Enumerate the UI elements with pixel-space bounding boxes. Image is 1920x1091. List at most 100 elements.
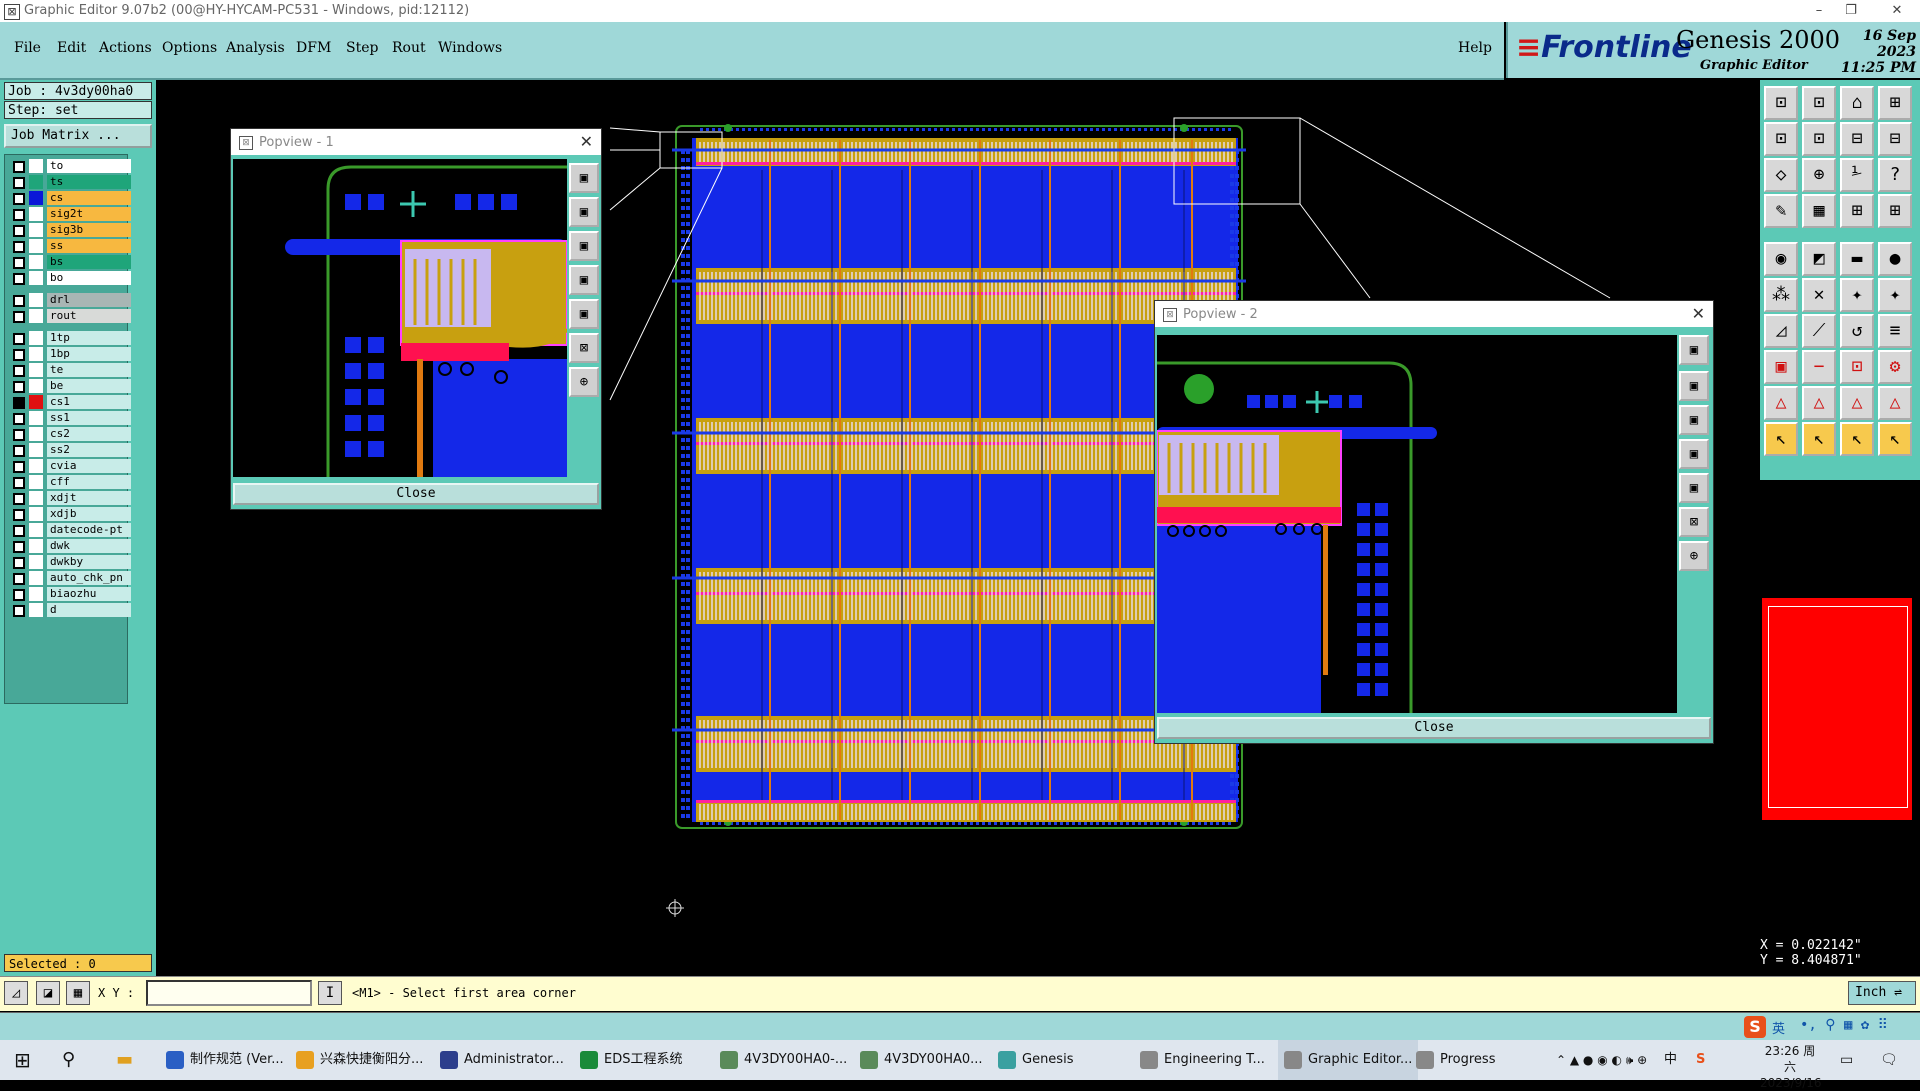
layer-color-swatch[interactable] [29, 159, 43, 173]
layer-name[interactable]: ts [47, 175, 131, 189]
sogou-ime-icon[interactable]: S [1744, 1016, 1766, 1038]
minus-icon[interactable]: − [1802, 350, 1836, 384]
layer-checkbox[interactable] [13, 461, 25, 473]
layer-name[interactable]: sig3b [47, 223, 131, 237]
layer-color-swatch[interactable] [29, 175, 43, 189]
layer-color-swatch[interactable] [29, 587, 43, 601]
layer-checkbox[interactable] [13, 333, 25, 345]
layer-row-ss[interactable]: ss [9, 239, 131, 253]
layer-checkbox[interactable] [13, 413, 25, 425]
popview-1-pan-down-button[interactable]: ▣ [569, 231, 599, 261]
layer-row-ss2[interactable]: ss2 [9, 443, 131, 457]
measure-mode-icon[interactable]: ◪ [36, 981, 60, 1005]
layer-color-swatch[interactable] [29, 427, 43, 441]
layer-row-cs2[interactable]: cs2 [9, 427, 131, 441]
taskbar-item-10[interactable]: Progress [1416, 1040, 1495, 1080]
windows-start-icon[interactable]: ⊞ [14, 1040, 31, 1080]
layer-checkbox[interactable] [13, 241, 25, 253]
layer-checkbox[interactable] [13, 381, 25, 393]
pad-icon[interactable]: ● [1878, 242, 1912, 276]
layer-name[interactable]: be [47, 379, 131, 393]
layer-row-sig3b[interactable]: sig3b [9, 223, 131, 237]
layer-row-cs1[interactable]: cs1 [9, 395, 131, 409]
taskbar-item-9[interactable]: Graphic Editor... [1278, 1040, 1419, 1080]
layer-name[interactable]: cs [47, 191, 131, 205]
layer-name[interactable]: biaozhu [47, 587, 131, 601]
layer-checkbox[interactable] [13, 273, 25, 285]
popview-1-close-button[interactable]: Close [233, 483, 599, 505]
layer-row-te[interactable]: te [9, 363, 131, 377]
taskbar-item-7[interactable]: Genesis [998, 1040, 1073, 1080]
link-icon[interactable]: ✦ [1878, 278, 1912, 312]
taskbar-item-8[interactable]: Engineering T... [1140, 1040, 1265, 1080]
layer-row-dwkby[interactable]: dwkby [9, 555, 131, 569]
popview-1-zoom-in-button[interactable]: ▣ [569, 163, 599, 193]
layer-checkbox[interactable] [13, 349, 25, 361]
layer-color-swatch[interactable] [29, 459, 43, 473]
menu-dfm[interactable]: DFM [296, 40, 331, 56]
layer-color-swatch[interactable] [29, 293, 43, 307]
layer-checkbox[interactable] [13, 397, 25, 409]
layer-color-swatch[interactable] [29, 309, 43, 323]
pointer-c-icon[interactable]: ↖ [1840, 422, 1874, 456]
ime-language[interactable]: 英 [1772, 1018, 1785, 1037]
layer-row-cvia[interactable]: cvia [9, 459, 131, 473]
layer-row-cff[interactable]: cff [9, 475, 131, 489]
taskbar-item-3[interactable]: Administrator... [440, 1040, 564, 1080]
triangle-a-icon[interactable]: △ [1764, 386, 1798, 420]
layer-row-auto-chk-pn[interactable]: auto_chk_pn [9, 571, 131, 585]
layer-name[interactable]: sig2t [47, 207, 131, 221]
layer-name[interactable]: cvia [47, 459, 131, 473]
layer-checkbox[interactable] [13, 311, 25, 323]
shift-icon[interactable]: ⊟ [1878, 122, 1912, 156]
layer-name[interactable]: cs2 [47, 427, 131, 441]
menu-rout[interactable]: Rout [392, 40, 426, 56]
popview-2-fit-button[interactable]: ⊠ [1679, 507, 1709, 537]
file-explorer-icon[interactable]: ▬ [116, 1040, 133, 1080]
layer-row-xdjt[interactable]: xdjt [9, 491, 131, 505]
menu-options[interactable]: Options [162, 40, 217, 56]
layer-name[interactable]: auto_chk_pn [47, 571, 131, 585]
ime-tool-icons[interactable]: •, ⚲ ▦ ✿ ⠿ [1800, 1017, 1888, 1033]
layer-row-1bp[interactable]: 1bp [9, 347, 131, 361]
layer-name[interactable]: xdjt [47, 491, 131, 505]
layer-checkbox[interactable] [13, 445, 25, 457]
show-desktop-icon[interactable]: ▭ [1840, 1040, 1853, 1080]
slope-icon[interactable]: ⟋ [1802, 314, 1836, 348]
taskbar-item-2[interactable]: 兴森快捷衡阳分... [296, 1040, 423, 1080]
layer-checkbox[interactable] [13, 161, 25, 173]
layer-color-swatch[interactable] [29, 363, 43, 377]
layer-row-sig2t[interactable]: sig2t [9, 207, 131, 221]
popview-2-close-button[interactable]: Close [1157, 717, 1711, 739]
layer-color-swatch[interactable] [29, 603, 43, 617]
layer-color-swatch[interactable] [29, 411, 43, 425]
layer-b-icon[interactable]: ⊞ [1878, 194, 1912, 228]
pan-right-icon[interactable]: ⊡ [1802, 122, 1836, 156]
popview-2-canvas[interactable] [1157, 335, 1677, 713]
grid-mode-icon[interactable]: ▦ [66, 981, 90, 1005]
notification-icon[interactable]: 🗨 [1880, 1040, 1898, 1080]
redraw-icon[interactable]: ⊞ [1878, 86, 1912, 120]
ime-indicator[interactable]: 中 [1664, 1040, 1677, 1080]
layer-color-swatch[interactable] [29, 239, 43, 253]
layer-row-be[interactable]: be [9, 379, 131, 393]
connect-icon[interactable]: ⁂ [1764, 278, 1798, 312]
delete-icon[interactable]: ✕ [1802, 278, 1836, 312]
layer-row-rout[interactable]: rout [9, 309, 131, 323]
layer-checkbox[interactable] [13, 429, 25, 441]
layer-name[interactable]: bo [47, 271, 131, 285]
unit-selector[interactable]: Inch ⇌ [1848, 981, 1916, 1005]
pointer-b-icon[interactable]: ↖ [1802, 422, 1836, 456]
layer-checkbox[interactable] [13, 509, 25, 521]
layer-checkbox[interactable] [13, 295, 25, 307]
layer-checkbox[interactable] [13, 493, 25, 505]
layer-checkbox[interactable] [13, 365, 25, 377]
layer-color-swatch[interactable] [29, 255, 43, 269]
triangle-d-icon[interactable]: △ [1878, 386, 1912, 420]
layer-color-swatch[interactable] [29, 475, 43, 489]
tray-icons[interactable]: ⌃ ▲ ● ◉ ◐ 🕪 ⊕ [1556, 1040, 1647, 1080]
menu-windows[interactable]: Windows [438, 40, 502, 56]
taskbar-item-5[interactable]: 4V3DY00HA0-... [720, 1040, 847, 1080]
layer-name[interactable]: bs [47, 255, 131, 269]
layer-a-icon[interactable]: ⊞ [1840, 194, 1874, 228]
